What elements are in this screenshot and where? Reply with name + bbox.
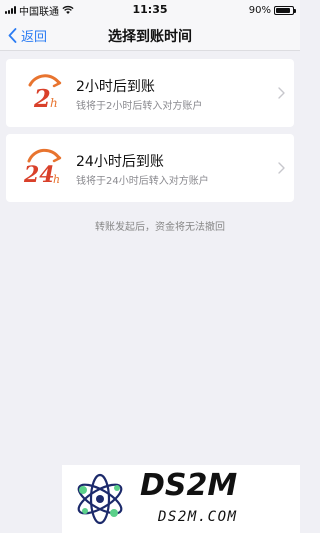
watermark: DS2M DS2M.COM [62,465,300,533]
navigation-bar: 返回 选择到账时间 [0,20,300,51]
battery-group: 90% [248,4,296,16]
option-description: 钱将于24小时后转入对方账户 [76,176,209,187]
option-title: 24小时后到账 [76,154,164,170]
option-24-hours[interactable]: 24 h 24小时后到账 钱将于24小时后转入对方账户 [6,134,294,202]
logo-numeral: 24 [23,162,55,188]
battery-icon [274,5,296,15]
clock-24h-icon: 24 h [23,148,62,188]
option-title: 2小时后到账 [76,79,155,95]
option-2-hours[interactable]: 2 h 2小时后到账 钱将于2小时后转入对方账户 [6,59,294,127]
battery-fill [276,7,291,13]
status-bar: 中国联通 11:35 90% [0,0,300,20]
chevron-right-icon [278,87,285,99]
irreversible-notice: 转账发起后，资金将无法撤回 [95,222,225,233]
logo-suffix: h [50,96,58,110]
atom-icon [77,473,123,525]
clock-2h-icon: 2 h [28,74,62,113]
logo-numeral: 2 [33,84,51,113]
battery-percent: 90% [248,4,271,16]
page-title: 选择到账时间 [108,29,192,45]
watermark-url: DS2M.COM [157,509,237,525]
option-description: 钱将于2小时后转入对方账户 [76,101,203,112]
watermark-brand: DS2M [140,468,237,503]
logo-suffix: h [53,173,60,186]
chevron-right-icon [278,162,285,174]
watermark-logo: DS2M DS2M.COM [77,468,237,525]
